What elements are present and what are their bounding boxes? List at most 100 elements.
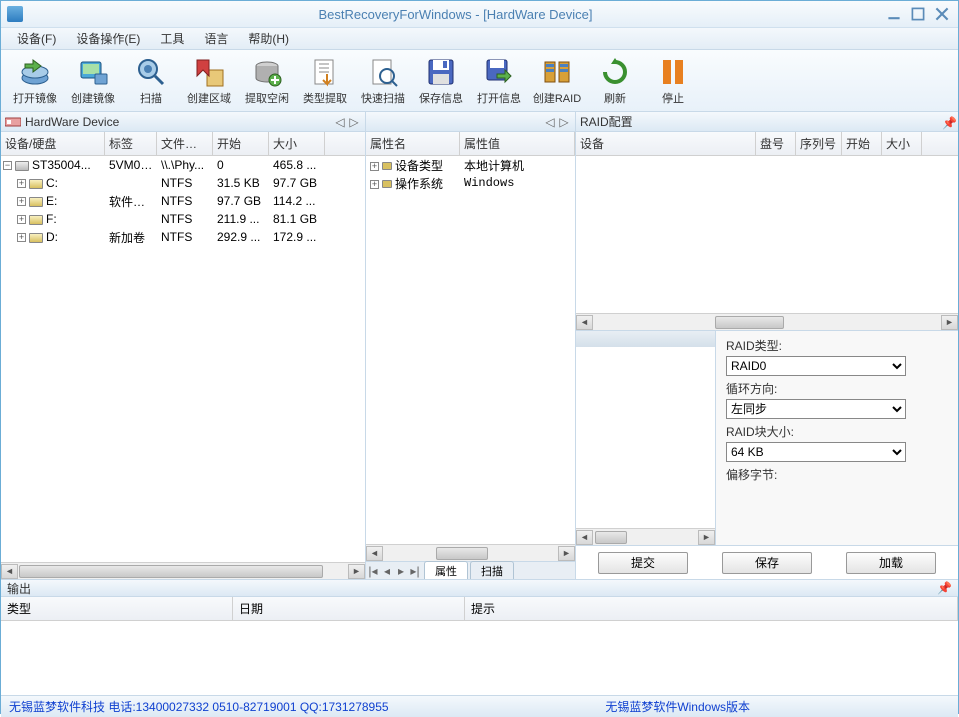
raid-col-serial[interactable]: 序列号 [796,132,842,155]
status-right: 无锡蓝梦软件Windows版本 [605,698,750,715]
menu-language[interactable]: 语言 [194,28,238,49]
toolbar-label: 创建镜像 [71,90,115,106]
output-col-type[interactable]: 类型 [1,597,233,620]
toolbar-label: 扫描 [140,90,162,106]
col-label[interactable]: 标签 [105,132,157,155]
extract-free-icon [251,56,283,88]
menu-help[interactable]: 帮助(H) [238,28,299,49]
stop-icon [657,56,689,88]
minimize-button[interactable] [884,7,904,21]
toolbar-label: 停止 [662,90,684,106]
raid-button-row: 提交 保存 加载 [576,545,958,579]
device-tree-grid[interactable]: 设备/硬盘 标签 文件系统 开始 大小 −ST35004...5VM04...\… [1,132,365,579]
prop-hscroll[interactable]: ◄► [366,544,575,561]
create-region-icon [193,56,225,88]
prop-nav-prev[interactable]: ◁ [543,115,557,129]
tab-properties[interactable]: 属性 [424,561,468,579]
property-row[interactable]: +操作系统Windows [366,174,575,192]
close-button[interactable] [932,7,952,21]
maximize-button[interactable] [908,7,928,21]
toolbar-stop[interactable]: 停止 [645,53,701,109]
col-device[interactable]: 设备/硬盘 [1,132,105,155]
toolbar-scan[interactable]: 扫描 [123,53,179,109]
device-row[interactable]: +F:NTFS211.9 ...81.1 GB [1,210,365,228]
loop-dir-select[interactable]: 左同步 [726,399,906,419]
toolbar-create-raid[interactable]: 创建RAID [529,53,585,109]
toolbar-type-extract[interactable]: 类型提取 [297,53,353,109]
raid-col-start[interactable]: 开始 [842,132,882,155]
toolbar-label: 提取空闲 [245,90,289,106]
save-button[interactable]: 保存 [722,552,812,574]
raid-list-hscroll[interactable]: ◄► [576,528,715,545]
toolbar-open-image[interactable]: 打开镜像 [7,53,63,109]
menu-device-ops[interactable]: 设备操作(E) [66,28,150,49]
output-header: 输出 📌 [1,579,958,597]
submit-button[interactable]: 提交 [598,552,688,574]
load-button[interactable]: 加载 [846,552,936,574]
output-pin-icon[interactable]: 📌 [937,581,952,595]
app-icon [7,6,23,22]
panel-nav-prev[interactable]: ◁ [333,115,347,129]
toolbar-create-region[interactable]: 创建区域 [181,53,237,109]
hardware-device-title: HardWare Device [25,115,119,129]
tab-next[interactable]: ▸ [394,564,408,578]
col-start[interactable]: 开始 [213,132,269,155]
create-image-icon [77,56,109,88]
toolbar-save-info[interactable]: 保存信息 [413,53,469,109]
toolbar-extract-free[interactable]: 提取空闲 [239,53,295,109]
device-row[interactable]: +E:软件资料NTFS97.7 GB114.2 ... [1,192,365,210]
col-fs[interactable]: 文件系统 [157,132,213,155]
raid-col-device[interactable]: 设备 [576,132,756,155]
toolbar-create-image[interactable]: 创建镜像 [65,53,121,109]
raid-device-grid[interactable]: 设备 盘号 序列号 开始 大小 ◄► [576,132,958,330]
create-raid-icon [541,56,573,88]
raid-settings: RAID类型: RAID0 循环方向: 左同步 RAID块大小: 64 KB 偏… [716,331,958,545]
tab-scan[interactable]: 扫描 [470,561,514,579]
device-row[interactable]: −ST35004...5VM04...\\.\Phy...0465.8 ... [1,156,365,174]
tab-first[interactable]: |◂ [366,564,380,578]
raid-header: RAID配置 📌 [576,112,958,132]
raid-col-diskno[interactable]: 盘号 [756,132,796,155]
raid-title: RAID配置 [580,113,633,130]
pin-icon[interactable]: 📌 [942,116,954,128]
window-title: BestRecoveryForWindows - [HardWare Devic… [31,7,880,22]
property-grid[interactable]: 属性名 属性值 +设备类型本地计算机+操作系统Windows ◄► |◂ ◂ ▸… [366,132,575,579]
hardware-device-header: HardWare Device ◁ ▷ [1,112,365,132]
device-row[interactable]: +D:新加卷NTFS292.9 ...172.9 ... [1,228,365,246]
col-prop-value[interactable]: 属性值 [460,132,575,155]
hardware-icon [5,115,21,129]
open-info-icon [483,56,515,88]
col-size[interactable]: 大小 [269,132,325,155]
col-prop-name[interactable]: 属性名 [366,132,460,155]
tab-last[interactable]: ▸| [408,564,422,578]
tab-prev[interactable]: ◂ [380,564,394,578]
toolbar-label: 类型提取 [303,90,347,106]
toolbar-quick-scan[interactable]: 快速扫描 [355,53,411,109]
raid-list-box[interactable]: ◄► [576,331,716,545]
block-size-select[interactable]: 64 KB [726,442,906,462]
device-hscroll[interactable]: ◄► [1,562,365,579]
title-bar: BestRecoveryForWindows - [HardWare Devic… [1,1,958,28]
device-row[interactable]: +C:NTFS31.5 KB97.7 GB [1,174,365,192]
menu-device[interactable]: 设备(F) [7,28,66,49]
toolbar-label: 打开镜像 [13,90,57,106]
output-grid[interactable]: 类型 日期 提示 [1,597,958,695]
menu-tools[interactable]: 工具 [150,28,194,49]
open-image-icon [19,56,51,88]
menu-bar: 设备(F) 设备操作(E) 工具 语言 帮助(H) [1,28,958,50]
output-col-msg[interactable]: 提示 [465,597,958,620]
toolbar-open-info[interactable]: 打开信息 [471,53,527,109]
left-panel: HardWare Device ◁ ▷ 设备/硬盘 标签 文件系统 开始 大小 … [1,112,366,579]
property-header: ◁ ▷ [366,112,575,132]
property-row[interactable]: +设备类型本地计算机 [366,156,575,174]
raid-col-size[interactable]: 大小 [882,132,922,155]
prop-nav-next[interactable]: ▷ [557,115,571,129]
output-title: 输出 [7,580,31,597]
toolbar-refresh[interactable]: 刷新 [587,53,643,109]
output-col-date[interactable]: 日期 [233,597,465,620]
raid-hscroll[interactable]: ◄► [576,313,958,330]
panel-nav-next[interactable]: ▷ [347,115,361,129]
raid-type-select[interactable]: RAID0 [726,356,906,376]
toolbar-label: 创建RAID [533,90,581,106]
scan-icon [135,56,167,88]
